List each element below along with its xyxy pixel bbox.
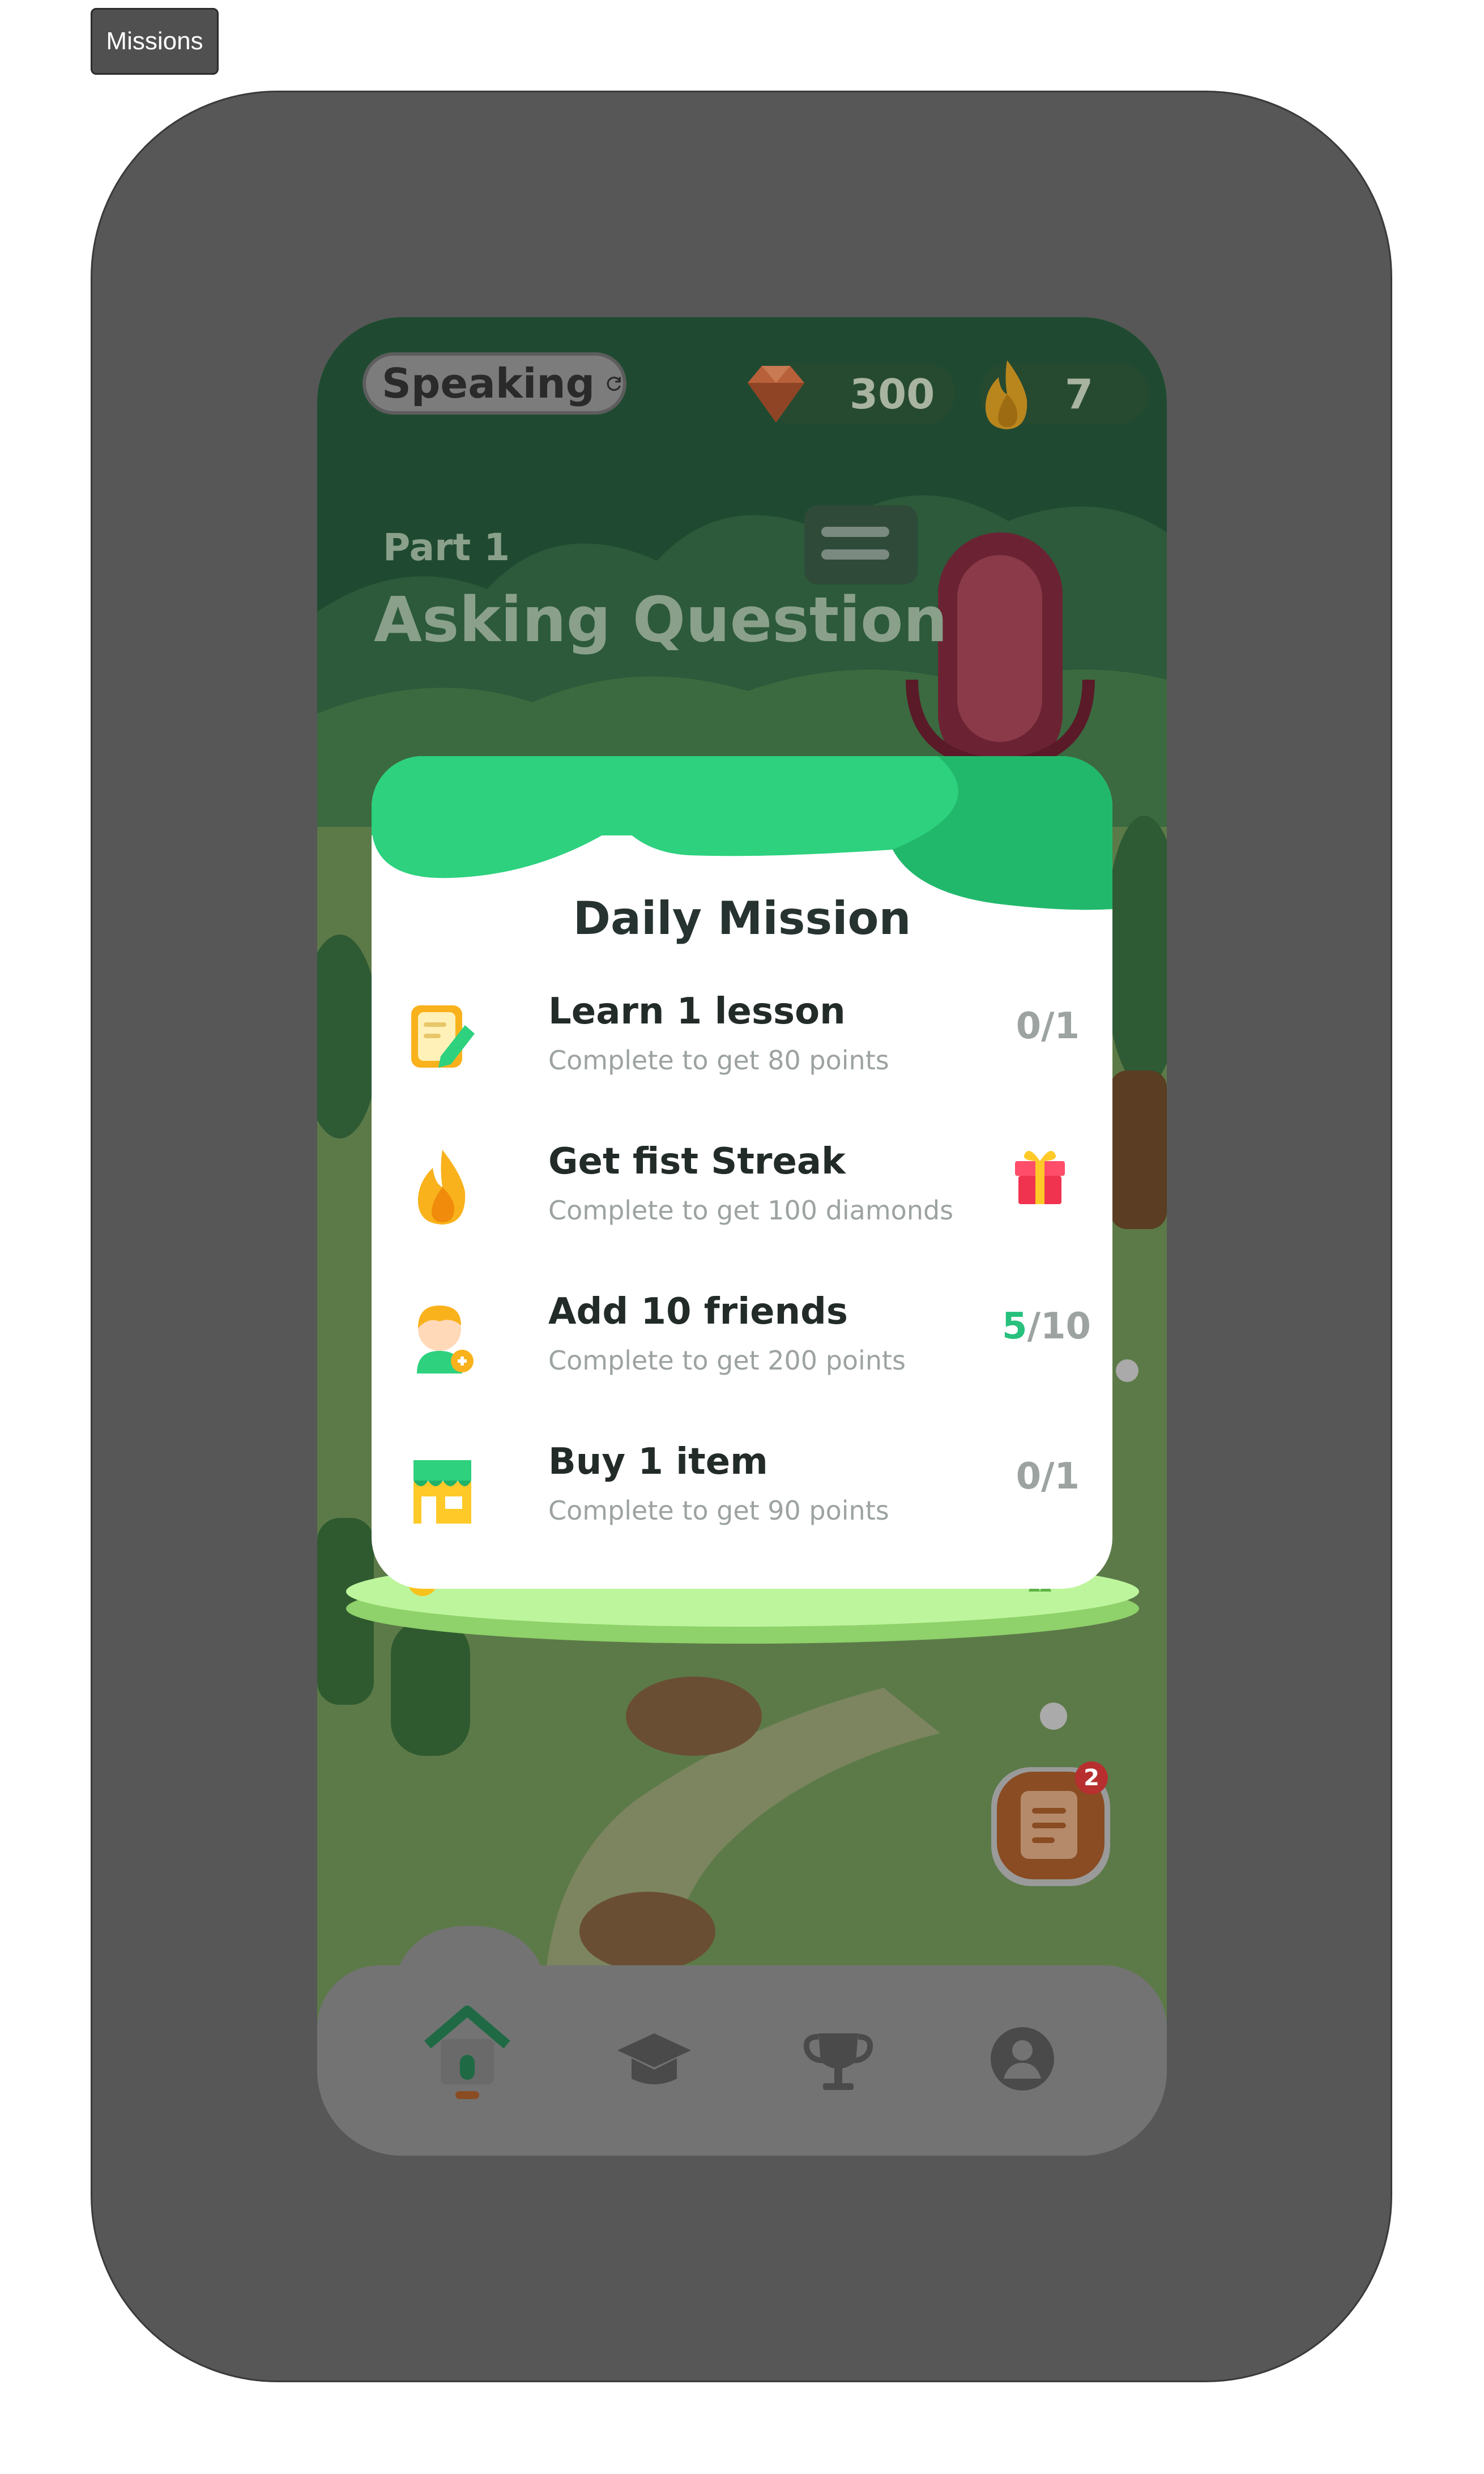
diamond-icon xyxy=(748,366,804,423)
card-foliage-header xyxy=(372,756,1112,910)
missions-badge: 2 xyxy=(1075,1761,1108,1794)
mission-add-friends[interactable]: Add 10 friends Complete to get 200 point… xyxy=(406,1277,1091,1407)
mission-subtitle: Complete to get 100 diamonds xyxy=(548,1195,954,1226)
mission-progress: 5/10 xyxy=(1002,1306,1091,1347)
graduation-cap-icon xyxy=(617,2033,691,2084)
nav-profile[interactable] xyxy=(974,1999,1071,2107)
streak-count: 7 xyxy=(1065,370,1094,418)
app-screen: Speaking 300 7 Part 1 Asking Question Da… xyxy=(317,317,1167,2156)
daily-mission-card: Daily Mission Learn 1 lesson Complete to… xyxy=(372,756,1112,1589)
diamond-counter[interactable]: 300 xyxy=(748,362,955,425)
mission-progress-done: 5 xyxy=(1002,1306,1027,1347)
pencil-note-icon xyxy=(411,1005,475,1068)
mission-first-streak[interactable]: Get fist Streak Complete to get 100 diam… xyxy=(406,1127,1080,1257)
mission-subtitle: Complete to get 200 points xyxy=(548,1345,906,1376)
bottom-nav xyxy=(317,1926,1167,2156)
missions-label: Missions xyxy=(91,8,219,75)
flame-icon xyxy=(985,360,1027,429)
flame-icon xyxy=(417,1150,466,1225)
mission-learn-lesson[interactable]: Learn 1 lesson Complete to get 80 points… xyxy=(406,977,1080,1107)
mission-buy-item[interactable]: Buy 1 item Complete to get 90 points 0/1 xyxy=(406,1427,1080,1558)
active-tab-bump xyxy=(391,1926,549,1994)
mission-title: Learn 1 lesson xyxy=(548,991,846,1033)
diamond-count: 300 xyxy=(850,370,935,418)
streak-counter[interactable]: 7 xyxy=(980,360,1149,429)
daily-mission-title: Daily Mission xyxy=(573,892,911,945)
mission-progress: 0/1 xyxy=(1016,1456,1080,1498)
mission-subtitle: Complete to get 90 points xyxy=(548,1495,889,1526)
mode-switch-button[interactable]: Speaking xyxy=(363,352,626,415)
mission-title: Get fist Streak xyxy=(548,1141,846,1183)
lesson-title: Asking Question xyxy=(374,583,948,656)
profile-icon xyxy=(991,2027,1054,2091)
trophy-icon xyxy=(804,2033,873,2090)
nav-home[interactable] xyxy=(419,1999,515,2107)
nav-learn[interactable] xyxy=(606,1999,702,2107)
mission-title: Add 10 friends xyxy=(548,1291,848,1333)
home-icon xyxy=(424,2006,510,2099)
mission-subtitle: Complete to get 80 points xyxy=(548,1045,889,1076)
gift-icon[interactable] xyxy=(1012,1144,1068,1206)
mission-progress-total: /10 xyxy=(1027,1306,1091,1347)
add-friend-icon xyxy=(417,1306,474,1374)
refresh-icon xyxy=(607,377,621,391)
lesson-part: Part 1 xyxy=(383,526,510,569)
shop-icon xyxy=(413,1460,471,1524)
mission-title: Buy 1 item xyxy=(548,1441,768,1483)
nav-leaderboard[interactable] xyxy=(790,1999,886,2107)
mode-label: Speaking xyxy=(382,360,595,407)
mission-progress: 0/1 xyxy=(1016,1005,1080,1047)
